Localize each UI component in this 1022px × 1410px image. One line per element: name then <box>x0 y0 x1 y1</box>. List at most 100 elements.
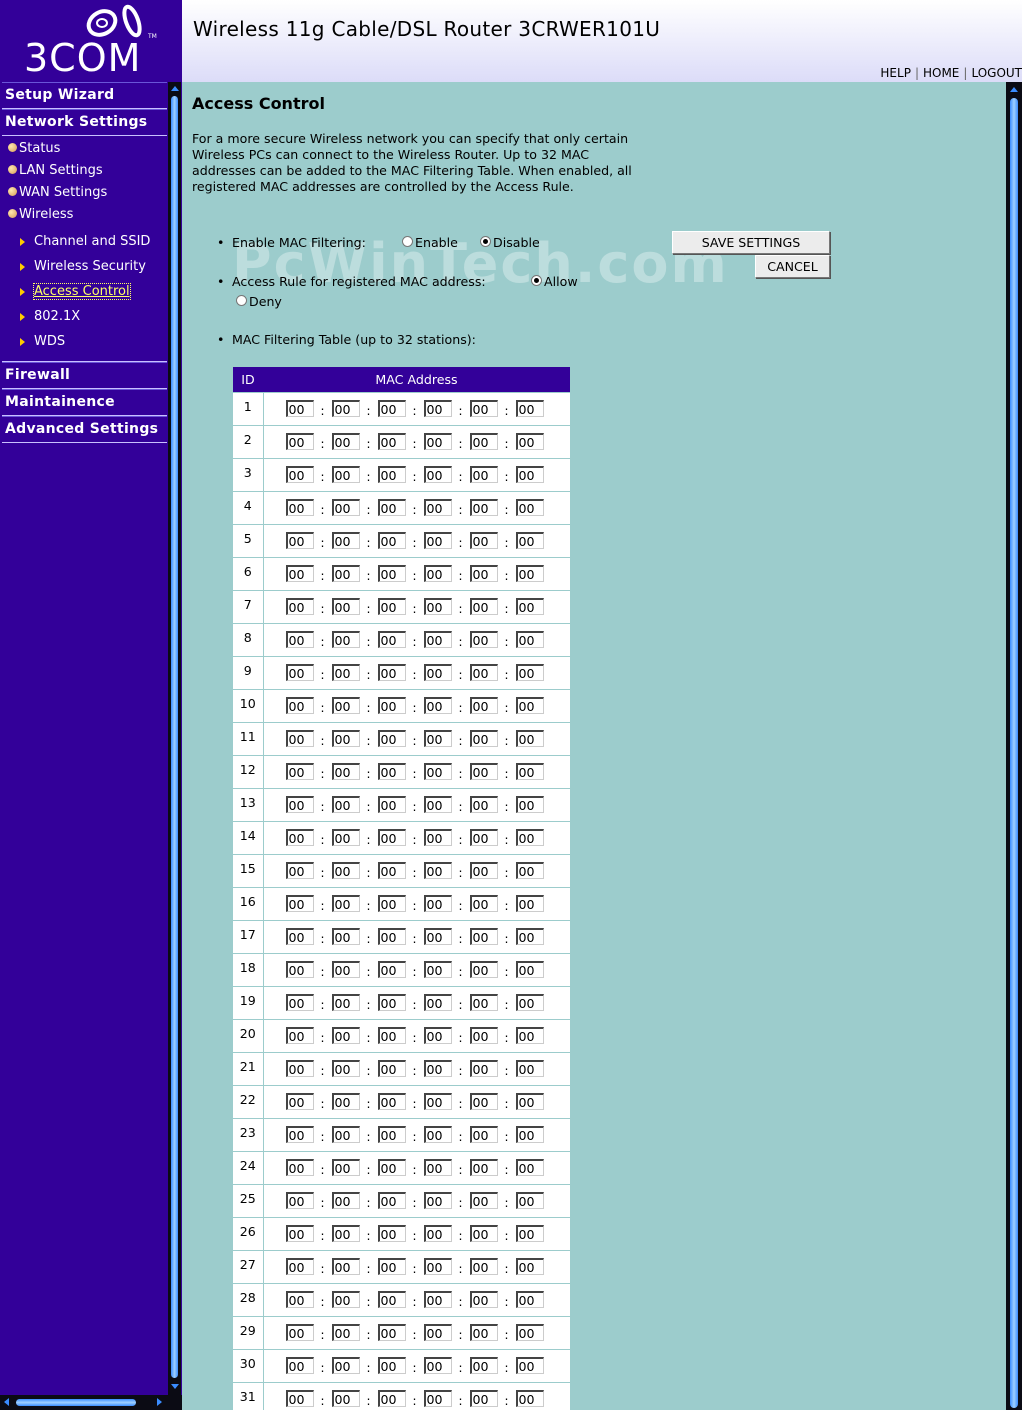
mac-octet-input[interactable] <box>377 499 406 516</box>
scroll-left-arrow-icon[interactable] <box>4 1398 9 1406</box>
nav-item-access-control[interactable]: Access Control <box>2 280 167 305</box>
mac-octet-input[interactable] <box>377 433 406 450</box>
mac-octet-input[interactable] <box>515 961 544 978</box>
mac-octet-input[interactable] <box>469 994 498 1011</box>
mac-octet-input[interactable] <box>377 1357 406 1374</box>
mac-octet-input[interactable] <box>285 928 314 945</box>
nav-maintainence[interactable]: Maintainence <box>2 389 167 416</box>
mac-octet-input[interactable] <box>515 994 544 1011</box>
mac-octet-input[interactable] <box>377 829 406 846</box>
nav-advanced-settings[interactable]: Advanced Settings <box>2 416 167 443</box>
sidebar-vertical-scrollbar[interactable] <box>168 82 181 1395</box>
mac-octet-input[interactable] <box>285 1225 314 1242</box>
mac-octet-input[interactable] <box>331 829 360 846</box>
mac-octet-input[interactable] <box>515 862 544 879</box>
access-rule-deny-option[interactable]: Deny <box>236 294 282 309</box>
mac-octet-input[interactable] <box>515 1093 544 1110</box>
mac-octet-input[interactable] <box>423 433 452 450</box>
mac-octet-input[interactable] <box>469 1060 498 1077</box>
mac-octet-input[interactable] <box>331 499 360 516</box>
mac-octet-input[interactable] <box>331 928 360 945</box>
mac-octet-input[interactable] <box>423 466 452 483</box>
mac-octet-input[interactable] <box>515 1225 544 1242</box>
mac-octet-input[interactable] <box>331 1093 360 1110</box>
mac-octet-input[interactable] <box>423 961 452 978</box>
help-link[interactable]: HELP <box>876 66 915 80</box>
mac-octet-input[interactable] <box>423 1093 452 1110</box>
mac-octet-input[interactable] <box>331 763 360 780</box>
mac-octet-input[interactable] <box>285 1390 314 1407</box>
scroll-thumb[interactable] <box>1010 98 1018 1408</box>
nav-item-8021x[interactable]: 802.1X <box>2 305 167 330</box>
mac-octet-input[interactable] <box>469 1093 498 1110</box>
mac-octet-input[interactable] <box>285 433 314 450</box>
mac-octet-input[interactable] <box>469 1159 498 1176</box>
mac-octet-input[interactable] <box>469 928 498 945</box>
mac-octet-input[interactable] <box>377 895 406 912</box>
mac-octet-input[interactable] <box>377 730 406 747</box>
mac-octet-input[interactable] <box>423 697 452 714</box>
mac-octet-input[interactable] <box>515 664 544 681</box>
nav-item-wds[interactable]: WDS <box>2 330 167 355</box>
mac-octet-input[interactable] <box>515 1159 544 1176</box>
mac-octet-input[interactable] <box>423 994 452 1011</box>
mac-octet-input[interactable] <box>331 1192 360 1209</box>
mac-octet-input[interactable] <box>423 829 452 846</box>
sidebar-horizontal-scrollbar[interactable] <box>0 1395 182 1410</box>
mac-octet-input[interactable] <box>331 1159 360 1176</box>
mac-octet-input[interactable] <box>469 829 498 846</box>
cancel-button[interactable]: CANCEL <box>755 255 830 278</box>
mac-octet-input[interactable] <box>423 796 452 813</box>
mac-octet-input[interactable] <box>331 631 360 648</box>
mac-octet-input[interactable] <box>285 895 314 912</box>
mac-octet-input[interactable] <box>377 400 406 417</box>
mac-octet-input[interactable] <box>285 565 314 582</box>
mac-octet-input[interactable] <box>515 796 544 813</box>
mac-octet-input[interactable] <box>515 598 544 615</box>
mac-octet-input[interactable] <box>515 730 544 747</box>
mac-octet-input[interactable] <box>423 1291 452 1308</box>
mac-octet-input[interactable] <box>469 400 498 417</box>
mac-octet-input[interactable] <box>423 862 452 879</box>
scroll-thumb[interactable] <box>16 1399 136 1406</box>
mac-octet-input[interactable] <box>377 994 406 1011</box>
mac-octet-input[interactable] <box>331 466 360 483</box>
mac-octet-input[interactable] <box>515 829 544 846</box>
mac-octet-input[interactable] <box>377 1291 406 1308</box>
scroll-thumb[interactable] <box>171 96 178 1378</box>
mac-octet-input[interactable] <box>423 1060 452 1077</box>
mac-octet-input[interactable] <box>423 1027 452 1044</box>
mac-octet-input[interactable] <box>285 1093 314 1110</box>
mac-octet-input[interactable] <box>331 1225 360 1242</box>
allow-radio[interactable] <box>531 275 542 286</box>
mac-octet-input[interactable] <box>377 796 406 813</box>
disable-radio[interactable] <box>480 236 491 247</box>
nav-item-wan-settings[interactable]: WAN Settings <box>2 183 167 205</box>
mac-octet-input[interactable] <box>331 730 360 747</box>
mac-octet-input[interactable] <box>515 631 544 648</box>
mac-octet-input[interactable] <box>285 532 314 549</box>
mac-octet-input[interactable] <box>377 532 406 549</box>
main-vertical-scrollbar[interactable] <box>1006 82 1022 1410</box>
nav-item-lan-settings[interactable]: LAN Settings <box>2 161 167 183</box>
mac-octet-input[interactable] <box>285 1126 314 1143</box>
scroll-up-arrow-icon[interactable] <box>171 86 179 91</box>
mac-octet-input[interactable] <box>285 961 314 978</box>
mac-octet-input[interactable] <box>377 466 406 483</box>
mac-octet-input[interactable] <box>515 1258 544 1275</box>
enable-radio[interactable] <box>402 236 413 247</box>
mac-octet-input[interactable] <box>377 1027 406 1044</box>
deny-radio[interactable] <box>236 295 247 306</box>
nav-network-settings[interactable]: Network Settings <box>2 109 167 136</box>
mac-octet-input[interactable] <box>423 631 452 648</box>
mac-octet-input[interactable] <box>377 1390 406 1407</box>
mac-octet-input[interactable] <box>515 763 544 780</box>
mac-octet-input[interactable] <box>377 1159 406 1176</box>
mac-octet-input[interactable] <box>515 400 544 417</box>
mac-octet-input[interactable] <box>377 697 406 714</box>
mac-octet-input[interactable] <box>515 433 544 450</box>
mac-octet-input[interactable] <box>423 598 452 615</box>
mac-octet-input[interactable] <box>423 895 452 912</box>
mac-octet-input[interactable] <box>469 664 498 681</box>
mac-octet-input[interactable] <box>377 862 406 879</box>
